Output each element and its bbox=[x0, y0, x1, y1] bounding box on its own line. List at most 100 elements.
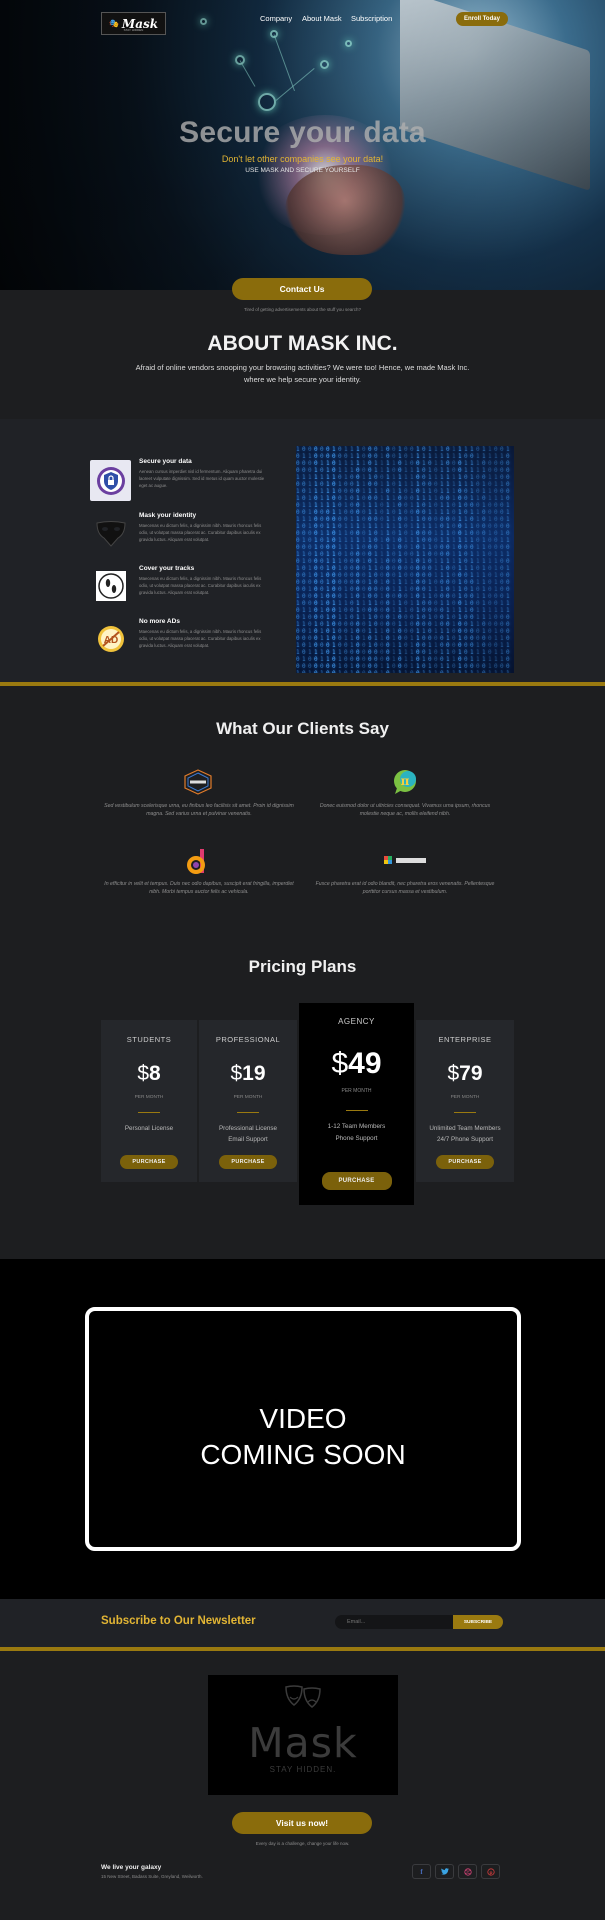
plan-feature: Professional License bbox=[218, 1125, 278, 1132]
colorful-d-logo bbox=[185, 847, 211, 875]
plan-name: STUDENTS bbox=[126, 1035, 172, 1044]
nav-about-mask[interactable]: About Mask bbox=[302, 14, 342, 23]
binary-column: 1 0 1 1 1 0 0 1 1 0 0 1 1 1 1 1 0 0 0 0 … bbox=[344, 446, 348, 673]
binary-column: 0 1 0 0 1 1 1 1 1 1 1 1 0 0 0 0 0 1 1 0 … bbox=[308, 446, 312, 673]
plan-period: PER MONTH bbox=[341, 1088, 372, 1094]
footprints-icon bbox=[90, 565, 131, 606]
hero-title: Secure your data bbox=[179, 116, 426, 149]
pixel-brand-logo bbox=[384, 852, 428, 870]
brand-image: Mask STAY HIDDEN. bbox=[208, 1675, 398, 1795]
testimonial-quote: Donec euismod dolor ut ultricies consequ… bbox=[319, 803, 491, 817]
contact-note: Tired of getting advertisements about th… bbox=[243, 307, 362, 312]
binary-column: 0 0 1 1 0 0 1 0 1 1 0 1 0 0 0 1 1 1 0 0 … bbox=[374, 446, 378, 673]
binary-column: 0 1 0 0 0 1 0 1 0 0 0 0 1 1 0 1 0 0 0 0 … bbox=[500, 446, 504, 673]
binary-column: 0 0 1 0 1 0 1 1 1 0 1 1 0 1 1 0 0 0 0 1 … bbox=[392, 446, 396, 673]
purchase-button[interactable]: PURCHASE bbox=[219, 1155, 277, 1169]
theatre-masks-icon bbox=[208, 1683, 398, 1718]
logo[interactable]: 🎭 Mask STAY HIDDEN bbox=[101, 12, 166, 35]
binary-column: 1 1 0 1 1 0 1 1 1 1 0 1 0 0 1 0 0 0 0 1 … bbox=[428, 446, 432, 673]
plan-price: $49 bbox=[331, 1047, 382, 1080]
binary-column: 1 1 0 0 1 0 1 1 0 0 1 0 1 0 0 0 1 0 0 0 … bbox=[488, 446, 492, 673]
svg-text:π: π bbox=[401, 774, 410, 788]
pricing-card-agency: AGENCY $49 PER MONTH 1-12 Team Members P… bbox=[299, 1003, 414, 1205]
binary-column: 1 1 1 0 1 0 0 1 0 1 0 1 1 0 0 0 1 1 1 0 … bbox=[434, 446, 438, 673]
binary-column: 0 1 0 1 1 1 1 0 1 1 0 1 1 1 0 0 1 0 1 0 … bbox=[446, 446, 450, 673]
pricing-card-enterprise: ENTERPRISE $79 PER MONTH Unlimited Team … bbox=[416, 1020, 514, 1182]
plan-period: PER MONTH bbox=[450, 1095, 480, 1100]
plan-name: AGENCY bbox=[338, 1017, 375, 1026]
brand-tagline: STAY HIDDEN. bbox=[269, 1765, 337, 1774]
purchase-button[interactable]: PURCHASE bbox=[120, 1155, 178, 1169]
plan-divider bbox=[138, 1112, 160, 1113]
testimonial-quote: Fusce pharetra erat id odio blandit, nec… bbox=[315, 881, 495, 895]
newsletter-email-input[interactable] bbox=[335, 1615, 455, 1629]
hexagon-brand-logo bbox=[178, 768, 218, 796]
shield-lock-icon bbox=[90, 460, 131, 501]
hero-subtitle: Don't let other companies see your data! bbox=[221, 154, 384, 164]
plan-price: $19 bbox=[230, 1062, 266, 1085]
binary-column: 1 1 1 1 0 1 1 1 0 0 0 1 1 1 1 1 1 0 0 1 … bbox=[380, 446, 384, 673]
plan-feature: Phone Support bbox=[335, 1135, 378, 1142]
about-title: ABOUT MASK INC. bbox=[207, 332, 398, 355]
visit-note: Every day is a challenge, change your li… bbox=[255, 1841, 350, 1846]
binary-column: 0 0 1 1 1 1 0 1 1 1 1 1 1 0 1 1 0 0 0 0 … bbox=[386, 446, 390, 673]
binary-column: 1 0 1 1 1 1 1 1 0 1 0 1 0 1 0 1 1 1 1 0 … bbox=[470, 446, 474, 673]
binary-column: 0 0 1 0 1 1 1 0 1 0 0 1 0 1 0 0 1 0 0 0 … bbox=[362, 446, 366, 673]
feature-title: Secure your data bbox=[139, 458, 192, 465]
testimonial-quote: In efficitur in velit et tempus. Duis ne… bbox=[104, 881, 294, 895]
newsletter-section: Subscribe to Our Newsletter SUBSCRIBE bbox=[0, 1599, 605, 1647]
nav-company[interactable]: Company bbox=[260, 14, 292, 23]
footer-address: 15 New Street, Badass Suite, Greyland, W… bbox=[101, 1874, 203, 1879]
binary-column: 1 1 0 0 1 1 1 0 0 1 0 1 1 0 0 1 0 0 1 1 … bbox=[398, 446, 402, 673]
section-divider bbox=[0, 1647, 605, 1651]
binary-column: 0 1 1 1 0 0 0 1 0 1 1 0 0 0 1 1 1 0 1 1 … bbox=[476, 446, 480, 673]
binary-column: 1 1 0 1 0 1 1 0 1 0 0 0 0 1 1 1 1 1 1 1 … bbox=[482, 446, 486, 673]
plan-feature: 1-12 Team Members bbox=[327, 1123, 386, 1130]
testimonials-title: What Our Clients Say bbox=[216, 719, 389, 738]
video-placeholder[interactable]: VIDEO COMING SOON bbox=[85, 1307, 521, 1551]
testimonial-quote: Sed vestibulum scelerisque urna, eu fini… bbox=[104, 803, 294, 817]
feature-title: No more ADs bbox=[139, 618, 180, 625]
binary-column: 1 1 1 1 1 1 1 0 1 1 0 0 1 1 0 0 1 1 1 0 … bbox=[440, 446, 444, 673]
plan-feature: 24/7 Phone Support bbox=[436, 1136, 494, 1143]
brand-name: Mask bbox=[248, 1719, 358, 1767]
binary-column: 1 0 0 0 1 0 1 1 0 0 1 1 0 0 0 1 0 1 0 0 … bbox=[296, 446, 300, 673]
subscribe-button[interactable]: SUBSCRIBE bbox=[453, 1615, 503, 1629]
plan-divider bbox=[454, 1112, 476, 1113]
plan-price: $79 bbox=[447, 1062, 483, 1085]
plan-feature: Personal License bbox=[124, 1125, 174, 1132]
binary-column: 0 1 0 1 1 1 1 0 1 0 1 1 1 1 1 0 1 0 0 1 … bbox=[410, 446, 414, 673]
binary-column: 1 1 1 0 0 1 0 1 0 0 1 1 0 1 1 0 0 0 0 0 … bbox=[356, 446, 360, 673]
twitter-icon[interactable] bbox=[435, 1864, 454, 1879]
plan-feature: Email Support bbox=[228, 1136, 268, 1143]
binary-column: 0 0 0 0 1 0 1 0 1 1 0 1 1 1 0 0 0 1 1 1 … bbox=[368, 446, 372, 673]
feature-body: Maecenas eu dictum felis, a dignissim ni… bbox=[139, 629, 262, 648]
binary-column: 0 1 0 0 1 0 0 0 1 0 1 0 0 1 0 1 1 0 0 0 … bbox=[302, 446, 306, 673]
visit-us-button[interactable]: Visit us now! bbox=[232, 1812, 372, 1834]
pinterest-icon[interactable]: p bbox=[481, 1864, 500, 1879]
binary-column: 1 0 1 1 0 1 0 0 0 0 1 1 1 1 0 0 0 1 0 0 … bbox=[464, 446, 468, 673]
binary-column: 1 1 0 1 0 1 0 1 1 0 1 1 0 1 0 1 0 0 0 0 … bbox=[416, 446, 420, 673]
plan-name: PROFESSIONAL bbox=[215, 1035, 281, 1044]
binary-column: 0 0 1 1 1 1 0 0 0 0 0 0 0 1 0 0 1 0 0 1 … bbox=[404, 446, 408, 673]
nav-subscription[interactable]: Subscription bbox=[351, 14, 392, 23]
no-ads-icon: AD bbox=[90, 618, 131, 659]
contact-us-button[interactable]: Contact Us bbox=[232, 278, 372, 300]
binary-column: 0 1 1 0 0 0 1 1 0 0 0 1 0 0 1 1 1 0 0 0 … bbox=[422, 446, 426, 673]
enroll-today-button[interactable]: Enroll Today bbox=[456, 12, 508, 26]
dribbble-icon[interactable] bbox=[458, 1864, 477, 1879]
binary-column: 1 1 1 1 0 0 0 0 0 0 1 1 0 1 1 0 0 0 0 0 … bbox=[350, 446, 354, 673]
plan-divider bbox=[345, 1110, 368, 1111]
plan-period: PER MONTH bbox=[233, 1095, 263, 1100]
purchase-button[interactable]: PURCHASE bbox=[321, 1172, 392, 1190]
binary-matrix-image: 1 0 0 0 1 0 1 1 0 0 1 1 0 0 0 1 0 1 0 0 … bbox=[296, 446, 514, 673]
pi-bubble-logo: π bbox=[390, 768, 420, 796]
feature-title: Cover your tracks bbox=[139, 565, 195, 572]
plan-feature: Unlimited Team Members bbox=[429, 1125, 501, 1132]
facebook-icon[interactable]: f bbox=[412, 1864, 431, 1879]
newsletter-title: Subscribe to Our Newsletter bbox=[101, 1615, 256, 1627]
binary-column: 0 0 1 1 0 1 0 0 0 1 0 0 1 1 1 0 1 1 0 0 … bbox=[338, 446, 342, 673]
feature-title: Mask your identity bbox=[139, 512, 197, 519]
feature-body: Aenean cursus imperdiet nisl id fermentu… bbox=[139, 469, 265, 488]
purchase-button[interactable]: PURCHASE bbox=[436, 1155, 494, 1169]
